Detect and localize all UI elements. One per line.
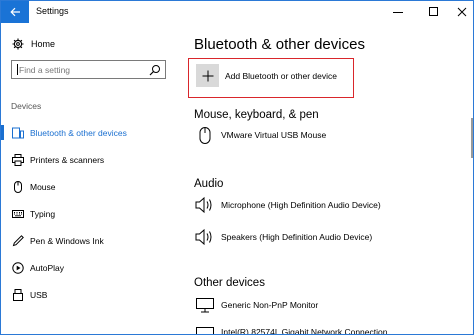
maximize-icon	[429, 7, 438, 16]
sidebar-item-label: Pen & Windows Ink	[30, 235, 104, 246]
sidebar: Home Devices Bluetooth & other devices	[1, 23, 176, 334]
sidebar-item-label: Mouse	[30, 181, 56, 192]
mouse-icon	[195, 125, 215, 145]
section-heading-other-devices: Other devices	[194, 277, 265, 289]
device-name: VMware Virtual USB Mouse	[221, 130, 327, 140]
sidebar-item-bluetooth[interactable]: Bluetooth & other devices	[1, 119, 176, 146]
sidebar-item-printers[interactable]: Printers & scanners	[1, 146, 176, 173]
device-name: Microphone (High Definition Audio Device…	[221, 200, 381, 210]
title-bar: Settings	[1, 1, 473, 23]
minimize-button[interactable]	[383, 1, 413, 23]
search-box[interactable]	[11, 60, 166, 79]
section-heading-audio: Audio	[194, 178, 224, 190]
plus-icon	[196, 64, 219, 87]
bluetooth-devices-icon	[11, 126, 24, 139]
maximize-button[interactable]	[419, 1, 449, 23]
search-input[interactable]	[18, 64, 144, 75]
close-button[interactable]	[447, 1, 473, 23]
speaker-icon	[195, 227, 215, 247]
device-name: Intel(R) 82574L Gigabit Network Connecti…	[221, 327, 388, 335]
section-heading-mouse-keyboard-pen: Mouse, keyboard, & pen	[194, 109, 319, 121]
home-link[interactable]: Home	[11, 37, 55, 51]
back-button[interactable]	[1, 1, 29, 23]
device-item-monitor[interactable]: Generic Non-PnP Monitor	[195, 295, 318, 315]
add-device-highlight: Add Bluetooth or other device	[188, 58, 354, 98]
main-content: Bluetooth & other devices Add Bluetooth …	[176, 23, 473, 335]
device-item-speakers[interactable]: Speakers (High Definition Audio Device)	[195, 227, 372, 247]
keyboard-icon	[11, 207, 24, 220]
scrollbar[interactable]	[471, 118, 473, 158]
device-name: Generic Non-PnP Monitor	[221, 300, 319, 310]
window-title: Settings	[36, 6, 69, 16]
sidebar-item-label: USB	[30, 289, 48, 300]
sidebar-item-mouse[interactable]: Mouse	[1, 173, 176, 200]
add-device-button[interactable]: Add Bluetooth or other device	[196, 64, 337, 87]
sidebar-item-typing[interactable]: Typing	[1, 200, 176, 227]
sidebar-item-label: Typing	[30, 208, 56, 219]
sidebar-item-label: AutoPlay	[30, 262, 65, 273]
section-label-devices: Devices	[11, 101, 42, 111]
speaker-icon	[195, 195, 215, 215]
gear-icon	[11, 37, 25, 51]
sidebar-item-pen[interactable]: Pen & Windows Ink	[1, 227, 176, 254]
sidebar-item-label: Bluetooth & other devices	[30, 127, 127, 138]
close-icon	[457, 7, 467, 17]
printer-icon	[11, 153, 24, 166]
back-arrow-icon	[9, 7, 20, 17]
pen-icon	[11, 234, 24, 247]
device-name: Speakers (High Definition Audio Device)	[221, 232, 373, 242]
usb-icon	[11, 288, 24, 301]
page-title: Bluetooth & other devices	[194, 36, 365, 53]
add-device-label: Add Bluetooth or other device	[225, 70, 337, 81]
autoplay-icon	[11, 261, 24, 274]
sidebar-nav: Bluetooth & other devices Printers & sca…	[1, 119, 176, 308]
home-label: Home	[31, 39, 56, 49]
sidebar-item-usb[interactable]: USB	[1, 281, 176, 308]
device-item-network-adapter[interactable]: Intel(R) 82574L Gigabit Network Connecti…	[195, 322, 388, 335]
search-icon[interactable]	[149, 64, 161, 76]
network-adapter-icon	[195, 322, 215, 334]
sidebar-item-label: Printers & scanners	[30, 154, 105, 165]
device-item-microphone[interactable]: Microphone (High Definition Audio Device…	[195, 195, 381, 215]
settings-window: Settings Home Find a setting Devices Blu…	[0, 0, 474, 335]
device-item-vmware-mouse[interactable]: VMware Virtual USB Mouse	[195, 125, 326, 145]
minimize-icon	[393, 12, 403, 13]
sidebar-item-autoplay[interactable]: AutoPlay	[1, 254, 176, 281]
monitor-icon	[195, 295, 215, 315]
mouse-icon	[11, 180, 24, 193]
